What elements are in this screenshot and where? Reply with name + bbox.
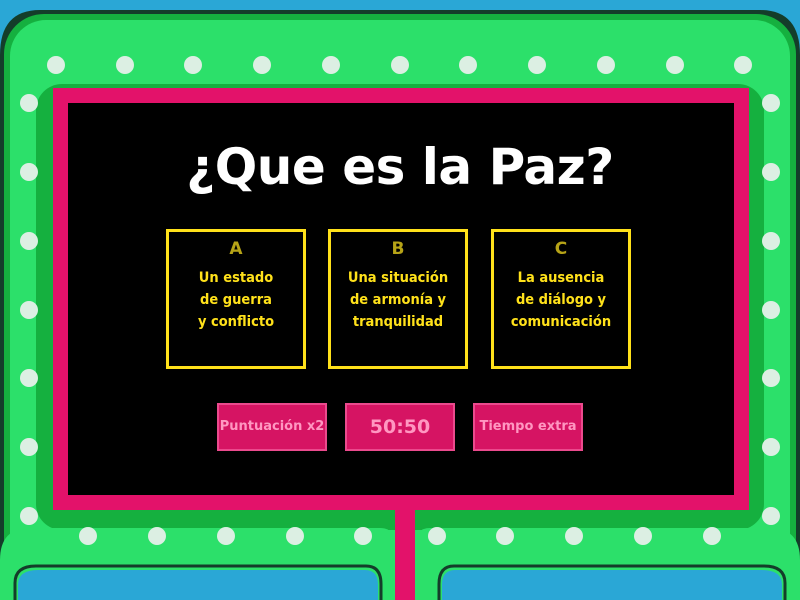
light-bulb (253, 56, 271, 74)
answer-option-a[interactable]: A Un estado de guerra y conflicto (166, 229, 306, 369)
light-bulb (116, 56, 134, 74)
light-bulb (20, 94, 38, 112)
stand-gap-right (442, 570, 782, 600)
light-bulb (762, 507, 780, 525)
light-bulb (634, 527, 652, 545)
light-bulb (20, 438, 38, 456)
double-score-button[interactable]: Puntuación x2 (217, 403, 327, 451)
light-bulb (184, 56, 202, 74)
light-bulb (391, 56, 409, 74)
answer-text: Un estado de guerra y conflicto (197, 270, 275, 330)
light-bulb (217, 527, 235, 545)
light-bulb (79, 527, 97, 545)
light-bulb (528, 56, 546, 74)
light-bulb (47, 56, 65, 74)
light-bulb (762, 301, 780, 319)
light-bulb (762, 438, 780, 456)
light-bulb (20, 369, 38, 387)
light-bulb (148, 527, 166, 545)
answer-text: La ausencia de diálogo y comunicación (510, 270, 612, 330)
light-bulb (762, 369, 780, 387)
game-board: ¿Que es la Paz? A Un estado de guerra y … (0, 0, 800, 600)
light-bulb (565, 527, 583, 545)
extra-time-button[interactable]: Tiempo extra (473, 403, 583, 451)
light-bulb (459, 56, 477, 74)
light-bulb (703, 527, 721, 545)
answer-letter: B (391, 239, 405, 259)
light-bulb (734, 56, 752, 74)
fifty-fifty-button[interactable]: 50:50 (345, 403, 455, 451)
light-bulb (20, 507, 38, 525)
screen-neck (395, 500, 415, 600)
question-text: ¿Que es la Paz? (186, 138, 614, 196)
light-bulb (286, 527, 304, 545)
answer-letter: C (554, 239, 568, 259)
answer-option-c[interactable]: C La ausencia de diálogo y comunicación (491, 229, 631, 369)
light-bulb (354, 527, 372, 545)
stand-gap-left (18, 570, 378, 600)
light-bulb (762, 94, 780, 112)
light-bulb (666, 56, 684, 74)
light-bulb (20, 301, 38, 319)
answer-text: Una situación de armonía y tranquilidad (347, 270, 449, 330)
light-bulb (597, 56, 615, 74)
light-bulb (496, 527, 514, 545)
light-bulb (762, 232, 780, 250)
light-bulb (428, 527, 446, 545)
answer-option-b[interactable]: B Una situación de armonía y tranquilida… (328, 229, 468, 369)
answer-letter: A (229, 239, 243, 259)
light-bulb (322, 56, 340, 74)
light-bulb (20, 232, 38, 250)
